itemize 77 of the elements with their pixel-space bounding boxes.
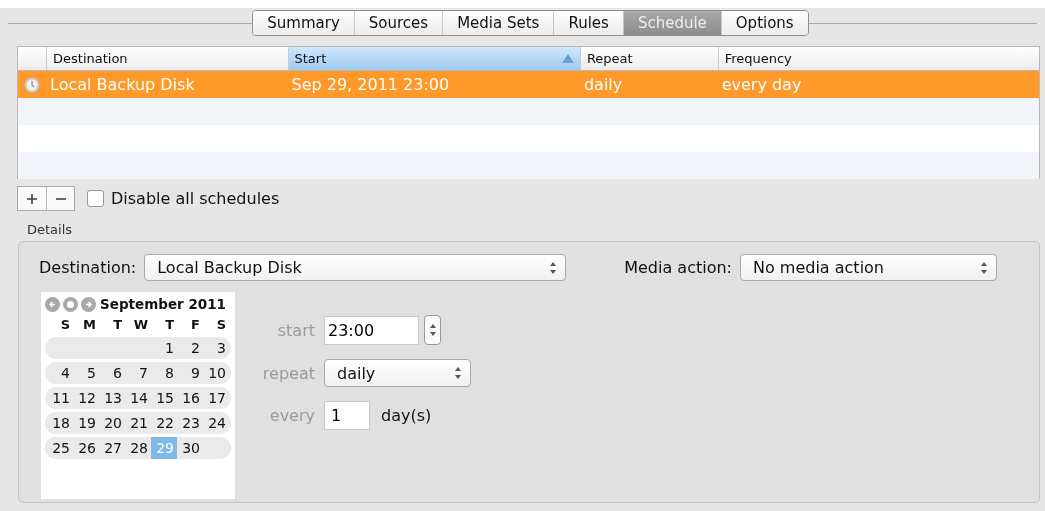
stepper-arrows-icon (980, 260, 988, 275)
calendar-day[interactable]: 4 (45, 362, 73, 384)
calendar-day[interactable]: 15 (151, 387, 177, 409)
repeat-dropdown[interactable]: daily (324, 359, 471, 387)
calendar-day[interactable]: 5 (73, 362, 99, 384)
remove-button[interactable] (46, 187, 74, 210)
tab[interactable]: Sources (354, 11, 444, 35)
destination-label: Destination: (39, 258, 137, 277)
stepper-arrows-icon (454, 366, 462, 380)
time-field[interactable]: 23:00 (324, 315, 419, 345)
column-header[interactable]: Destination (46, 47, 288, 70)
calendar-day[interactable]: 10 (203, 362, 229, 384)
stepper[interactable] (424, 315, 441, 345)
calendar-day[interactable]: 7 (125, 362, 151, 384)
table-cell: Sep 29, 2011 23:00 (291, 75, 450, 94)
tab[interactable]: Rules (554, 11, 624, 35)
calendar-day[interactable]: 13 (99, 387, 125, 409)
weekday-label: T (164, 316, 175, 334)
weekday-label: S (215, 316, 227, 334)
next-month-icon[interactable] (81, 296, 96, 312)
start-label: start (276, 320, 315, 340)
calendar-day[interactable]: 14 (125, 387, 151, 409)
month-title: September 2011 (100, 296, 226, 312)
calendar-day[interactable]: 12 (73, 387, 99, 409)
unit-label: day(s) (381, 406, 432, 425)
column-header[interactable]: Frequency (717, 47, 1039, 70)
column-header[interactable]: Repeat (579, 47, 718, 70)
calendar-day[interactable]: 11 (45, 387, 73, 409)
plus-icon (27, 193, 37, 204)
calendar-day[interactable]: 17 (203, 387, 229, 409)
calendar-day[interactable]: 19 (73, 412, 99, 434)
calendar-day[interactable]: 25 (45, 437, 73, 459)
section-title: Details (27, 222, 73, 237)
calendar-day[interactable]: 8 (151, 362, 177, 384)
weekday-label: F (190, 316, 201, 334)
interval-field[interactable]: 1 (324, 401, 370, 430)
media-action-dropdown[interactable]: No media action (740, 254, 997, 281)
calendar-day[interactable]: 1 (151, 337, 177, 359)
weekday-label: T (112, 316, 123, 334)
stepper-arrows-icon (428, 322, 437, 338)
calendar-day[interactable]: 9 (177, 362, 203, 384)
weekday-label: S (59, 316, 71, 334)
today-icon[interactable] (63, 296, 78, 312)
calendar-day[interactable]: 18 (45, 412, 73, 434)
table-cell: Local Backup Disk (50, 75, 195, 94)
destination-dropdown[interactable]: Local Backup Disk (144, 254, 567, 281)
repeat-label: repeat (261, 363, 315, 383)
media-action-label: Media action: (624, 258, 732, 277)
column-header[interactable]: Start (287, 47, 580, 70)
calendar-day[interactable]: 23 (177, 412, 203, 434)
calendar-day[interactable]: 26 (73, 437, 99, 459)
table-cell: daily (583, 75, 623, 94)
calendar-day[interactable]: 20 (99, 412, 125, 434)
every-label: every (268, 406, 315, 425)
table-cell: every day (721, 75, 802, 94)
tab[interactable]: Summary (253, 11, 355, 35)
sort-ascending-icon (561, 54, 574, 63)
add-button[interactable] (18, 187, 46, 210)
weekday-label: M (82, 316, 97, 334)
calendar-day[interactable]: 24 (203, 412, 229, 434)
calendar-day[interactable]: 3 (203, 337, 229, 359)
checkbox-label[interactable]: Disable all schedules (111, 189, 280, 208)
clock-icon (24, 76, 40, 93)
weekday-label: W (132, 316, 149, 334)
calendar-day[interactable]: 22 (151, 412, 177, 434)
calendar-day[interactable]: 2 (177, 337, 203, 359)
calendar-day[interactable]: 27 (99, 437, 125, 459)
tab[interactable]: Options (721, 11, 808, 35)
tab[interactable]: Media Sets (443, 11, 555, 35)
calendar-day[interactable]: 21 (125, 412, 151, 434)
calendar-day[interactable]: 6 (99, 362, 125, 384)
stepper-arrows-icon (549, 260, 558, 275)
previous-month-icon[interactable] (45, 296, 60, 312)
calendar-day[interactable]: 30 (177, 437, 203, 459)
calendar-day[interactable]: 16 (177, 387, 203, 409)
checkbox[interactable] (87, 190, 104, 207)
calendar-day[interactable]: 28 (125, 437, 151, 459)
